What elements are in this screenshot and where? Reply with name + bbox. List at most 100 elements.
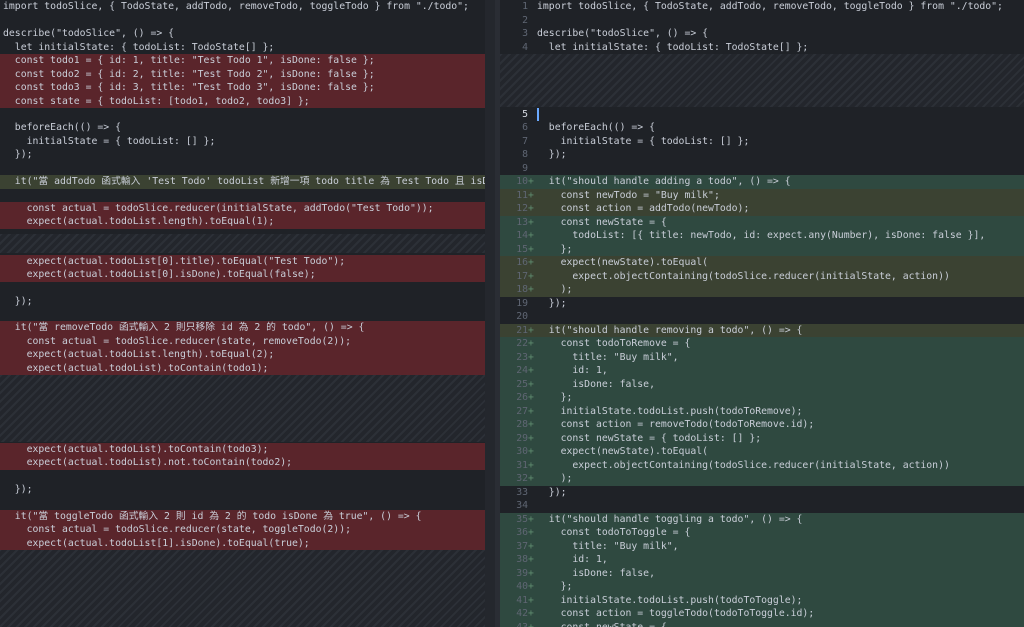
left-editor-pane[interactable]: import todoSlice, { TodoState, addTodo, … [0,0,495,627]
right-code-line[interactable]: 2 [500,14,1024,28]
right-code-line[interactable]: 8 }); [500,148,1024,162]
right-code-line[interactable]: 11 + const newTodo = "Buy milk"; [500,188,1024,202]
line-number: 34 [516,500,528,511]
code-text: it("當 removeTodo 函式輸入 2 則只移除 id 為 2 的 to… [3,322,365,333]
left-code-line[interactable]: let initialState: { todoList: TodoState[… [0,41,495,55]
code-text: initialState = { todoList: [] }; [537,135,750,147]
right-code-line[interactable]: 9 [500,162,1024,176]
right-code-line[interactable]: 28 + const action = removeTodo(todoToRemo… [500,418,1024,432]
left-code-line[interactable]: const actual = todoSlice.reducer(state, … [0,334,495,348]
diff-marker: + [528,581,534,592]
right-code-line[interactable]: 32 + ); [500,472,1024,486]
line-number: 31 [516,459,528,471]
left-code-line[interactable]: }); [0,483,495,497]
code-text: expect(actual.todoList.length).toEqual(2… [3,349,275,360]
line-number: 1 [522,1,528,12]
left-code-line[interactable]: expect(actual.todoList[1].isDone).toEqua… [0,536,495,550]
right-code-line[interactable]: 16 + expect(newState).toEqual( [500,256,1024,270]
left-code-line[interactable]: expect(actual.todoList[0].isDone).toEqua… [0,268,495,282]
hatch-block [0,375,495,442]
left-code-line[interactable]: import todoSlice, { TodoState, addTodo, … [0,0,495,14]
left-code-line[interactable]: it("當 addTodo 函式輸入 'Test Todo' todoList … [0,175,495,189]
right-code-line[interactable]: 30 + expect(newState).toEqual( [500,445,1024,459]
left-code-line[interactable]: expect(actual.todoList[0].title).toEqual… [0,254,495,268]
hatch-block [0,234,495,253]
right-code-line[interactable]: 15 + }; [500,242,1024,256]
right-code-line[interactable]: 19 }); [500,297,1024,311]
right-code-line[interactable]: 1 import todoSlice, { TodoState, addTodo,… [500,0,1024,14]
left-code-line[interactable]: const todo3 = { id: 3, title: "Test Todo… [0,81,495,95]
right-code-line[interactable]: 42 + const action = toggleTodo(todoToTogg… [500,607,1024,621]
left-code-line[interactable]: expect(actual.todoList).toContain(todo3)… [0,442,495,456]
code-text: isDone: false, [537,378,655,390]
right-code-line[interactable]: 13 + const newState = { [500,215,1024,229]
left-code-line[interactable]: const todo1 = { id: 1, title: "Test Todo… [0,54,495,68]
right-editor-pane[interactable]: 1 import todoSlice, { TodoState, addTodo,… [500,0,1024,627]
code-text: }); [537,297,567,309]
diff-marker: + [528,567,534,579]
left-code-line[interactable]: expect(actual.todoList.length).toEqual(1… [0,215,495,229]
code-text: it("should handle adding a todo", () => … [537,176,791,187]
left-code-line[interactable]: const actual = todoSlice.reducer(state, … [0,523,495,537]
right-code-line[interactable]: 17 + expect.objectContaining(todoSlice.re… [500,269,1024,283]
right-code-line[interactable]: 26 + }; [500,391,1024,405]
right-code-line[interactable]: 21 + it("should handle removing a todo", … [500,323,1024,337]
minimap-strip[interactable] [485,0,495,627]
code-text: it("當 addTodo 函式輸入 'Test Todo' todoList … [14,176,495,187]
right-code-line[interactable]: 27 + initialState.todoList.push(todoToRem… [500,404,1024,418]
right-code-line[interactable]: 20 [500,310,1024,324]
right-code-line[interactable]: 3 describe("todoSlice", () => { [500,27,1024,41]
right-code-line[interactable]: 33 }); [500,486,1024,500]
right-code-line[interactable]: 39 + isDone: false, [500,566,1024,580]
right-code-line[interactable]: 29 + const newState = { todoList: [] }; [500,431,1024,445]
left-code-line[interactable]: expect(actual.todoList).not.toContain(to… [0,456,495,470]
right-code-line[interactable]: 14 + todoList: [{ title: newTodo, id: exp… [500,229,1024,243]
right-code-line[interactable]: 10 + it("should handle adding a todo", ()… [500,175,1024,189]
left-code-line[interactable]: describe("todoSlice", () => { [0,27,495,41]
line-number: 22 [516,338,528,349]
line-number: 20 [516,311,528,322]
right-code-line[interactable]: 18 + ); [500,283,1024,297]
right-code-line[interactable]: 35 + it("should handle toggling a todo", … [500,512,1024,526]
right-code-line[interactable]: 22 + const todoToRemove = { [500,337,1024,351]
left-code-line[interactable]: const actual = todoSlice.reducer(initial… [0,201,495,215]
right-code-line[interactable]: 25 + isDone: false, [500,377,1024,391]
line-number: 42 [516,608,528,619]
left-code-line[interactable]: const state = { todoList: [todo1, todo2,… [0,94,495,108]
line-number: 4 [522,41,528,53]
right-code-line[interactable]: 36 + const todoToToggle = { [500,526,1024,540]
right-code-line[interactable]: 4 let initialState: { todoList: TodoStat… [500,41,1024,55]
right-code-line[interactable]: 12 + const action = addTodo(newTodo); [500,202,1024,216]
left-code-line[interactable]: expect(actual.todoList).toContain(todo1)… [0,361,495,375]
left-code-line[interactable]: it("當 removeTodo 函式輸入 2 則只移除 id 為 2 的 to… [0,321,495,335]
right-code-line[interactable]: 23 + title: "Buy milk", [500,350,1024,364]
right-code-line[interactable]: 38 + id: 1, [500,553,1024,567]
line-number: 41 [516,594,528,606]
left-code-line[interactable]: expect(actual.todoList.length).toEqual(2… [0,348,495,362]
right-code-line[interactable]: 24 + id: 1, [500,364,1024,378]
left-code-line[interactable]: const todo2 = { id: 2, title: "Test Todo… [0,67,495,81]
right-code-line[interactable]: 34 [500,499,1024,513]
hatch-block [0,549,495,627]
code-text: import todoSlice, { TodoState, addTodo, … [537,1,1003,12]
line-number: 40 [516,581,528,592]
left-code-line[interactable]: it("當 toggleTodo 函式輸入 2 則 id 為 2 的 todo … [0,509,495,523]
code-text: const todoToRemove = { [537,338,691,349]
line-number: 10 [516,176,528,187]
right-code-line[interactable]: 5 [500,107,1024,122]
left-code-line[interactable]: initialState = { todoList: [] }; [0,135,495,149]
right-code-line[interactable]: 37 + title: "Buy milk", [500,539,1024,553]
right-code-line[interactable]: 31 + expect.objectContaining(todoSlice.re… [500,458,1024,472]
right-code-line[interactable]: 43 + const newState = { [500,620,1024,627]
right-code-line[interactable]: 40 + }; [500,580,1024,594]
code-text: expect(actual.todoList).not.toContain(to… [3,457,293,468]
left-code-line[interactable]: }); [0,148,495,162]
code-text: expect(actual.todoList[0].isDone).toEqua… [3,269,316,280]
left-code-line[interactable]: }); [0,295,495,309]
line-number: 6 [522,122,528,133]
right-code-line[interactable]: 6 beforeEach(() => { [500,121,1024,135]
right-code-line[interactable]: 7 initialState = { todoList: [] }; [500,135,1024,149]
right-code-line[interactable]: 41 + initialState.todoList.push(todoToTog… [500,593,1024,607]
code-text: }); [3,149,33,160]
left-code-line[interactable]: beforeEach(() => { [0,121,495,135]
